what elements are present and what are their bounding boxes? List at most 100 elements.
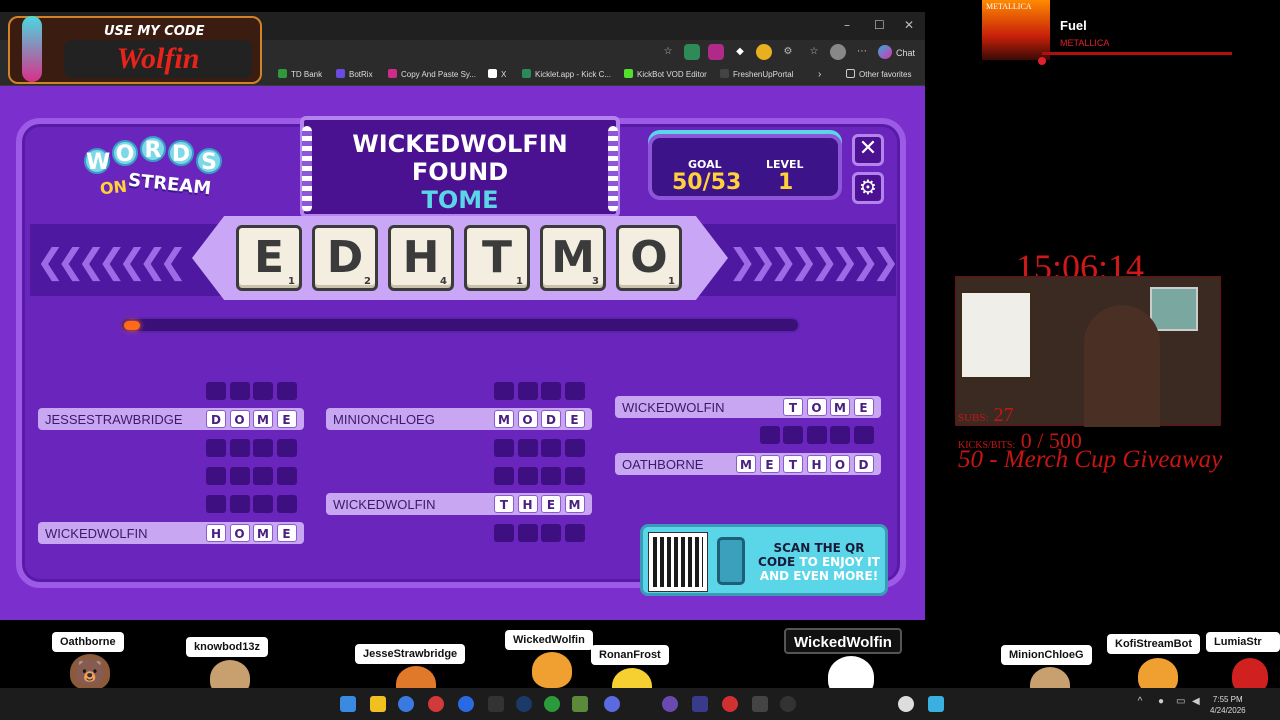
level-value: 1 — [778, 170, 794, 195]
xbox-icon[interactable] — [544, 696, 560, 712]
app-icon[interactable] — [398, 696, 414, 712]
letter-tile: E1 — [236, 225, 302, 291]
more-bookmarks-icon[interactable]: › — [818, 69, 821, 80]
word-letter: T — [783, 398, 803, 416]
word-letter: H — [206, 524, 226, 542]
empty-letter-slot — [229, 495, 250, 513]
extension-icon[interactable] — [756, 44, 772, 60]
song-title: Fuel — [1060, 18, 1087, 33]
bookmark-other-favorites[interactable]: Other favorites — [846, 69, 911, 79]
app-icon[interactable] — [662, 696, 678, 712]
feather-icon — [22, 16, 42, 82]
file-explorer-icon[interactable] — [370, 696, 386, 712]
word-letter: H — [806, 455, 827, 473]
song-progress — [1042, 52, 1232, 55]
fish-tank — [1150, 287, 1198, 331]
game-logo: W O R D S ON STREAM — [78, 134, 228, 214]
empty-letter-slot — [206, 467, 226, 485]
extensions-puzzle-icon[interactable]: ⚙ — [780, 44, 796, 60]
whiteboard — [960, 291, 1032, 379]
minecraft-icon[interactable] — [572, 696, 588, 712]
found-word-row: MINIONCHLOEG M O D E — [326, 408, 592, 430]
empty-letter-slot — [229, 439, 250, 457]
close-window-icon[interactable]: ✕ — [904, 18, 914, 32]
promo-code-title: USE MY CODE — [104, 24, 205, 39]
network-icon[interactable]: ▭ — [1176, 696, 1192, 712]
word-letter: M — [564, 495, 585, 513]
cat-avatar-icon — [532, 652, 572, 688]
letter-tile: O1 — [616, 225, 682, 291]
empty-letter-slot — [253, 495, 273, 513]
round-progress-bar — [120, 317, 800, 333]
more-menu-icon[interactable]: ⋯ — [854, 44, 870, 60]
word-letter: T — [783, 455, 803, 473]
extension-icon[interactable] — [708, 44, 724, 60]
empty-word-row — [38, 437, 304, 459]
extension-icon[interactable]: ◆ — [732, 44, 748, 60]
start-icon[interactable] — [340, 696, 356, 712]
chat-label: Chat — [896, 48, 916, 58]
empty-letter-slot — [853, 426, 874, 444]
word-letter: M — [830, 398, 850, 416]
banner-found: FOUND — [411, 158, 509, 186]
streamer — [1084, 305, 1160, 427]
bookmark-td-bank[interactable]: TD Bank — [278, 69, 322, 79]
empty-letter-slot — [253, 439, 273, 457]
empty-letter-slot — [494, 382, 514, 400]
empty-letter-slot — [276, 495, 297, 513]
minimize-icon[interactable]: – — [844, 18, 850, 32]
word-letter: D — [853, 455, 874, 473]
extension-icon[interactable] — [684, 44, 700, 60]
found-word-row: WICKEDWOLFIN T O M E — [615, 396, 881, 418]
steam-icon[interactable] — [516, 696, 532, 712]
app-icon[interactable] — [428, 696, 444, 712]
tray-overflow-icon[interactable]: ^ — [1132, 696, 1148, 712]
close-icon[interactable]: ✕ — [852, 134, 884, 166]
empty-letter-slot — [253, 467, 273, 485]
volume-icon[interactable]: ◀ — [1192, 696, 1208, 712]
system-clock[interactable]: 7:55 PM 4/24/2026 — [1210, 694, 1246, 716]
qr-code — [648, 532, 708, 592]
bookmark-kicklet[interactable]: Kicklet.app - Kick C... — [522, 69, 611, 79]
discord-icon[interactable] — [604, 696, 620, 712]
bookmark-kickbot[interactable]: KickBot VOD Editor — [624, 69, 707, 79]
word-letter: E — [276, 524, 297, 542]
found-word-row: OATHBORNE M E T H O D — [615, 453, 881, 475]
empty-letter-slot — [206, 439, 226, 457]
word-letter: E — [276, 410, 297, 428]
empty-word-row — [326, 437, 592, 459]
phone-icon — [717, 537, 745, 585]
empty-letter-slot — [229, 467, 250, 485]
empty-letter-slot — [541, 524, 561, 542]
empty-letter-slot — [206, 382, 226, 400]
empty-letter-slot — [541, 467, 561, 485]
app-icon[interactable] — [752, 696, 768, 712]
empty-word-row — [326, 465, 592, 487]
mic-icon[interactable]: ● — [1158, 696, 1174, 712]
chevrons-left-icon: ❮❮❮❮❮❮❮ — [36, 242, 187, 282]
chat-button[interactable]: Chat — [878, 45, 915, 59]
empty-letter-slot — [276, 439, 297, 457]
bookmark-freshenup[interactable]: FreshenUpPortal — [720, 69, 793, 79]
edge-icon[interactable] — [458, 696, 474, 712]
empty-word-row — [38, 465, 304, 487]
epic-games-icon[interactable] — [488, 696, 504, 712]
profile-avatar[interactable] — [830, 44, 846, 60]
maximize-icon[interactable]: ☐ — [874, 18, 885, 32]
found-word-row: WICKEDWOLFIN T H E M — [326, 493, 592, 515]
bookmark-copy-paste[interactable]: Copy And Paste Sy... — [388, 69, 476, 79]
word-letter: M — [253, 410, 273, 428]
map-pin-icon[interactable] — [722, 696, 738, 712]
notepad-icon[interactable] — [928, 696, 944, 712]
obs-icon[interactable] — [780, 696, 796, 712]
empty-letter-slot — [494, 524, 514, 542]
app-icon[interactable] — [692, 696, 708, 712]
viewer-name: KofiStreamBot — [1107, 634, 1201, 654]
app-icon[interactable] — [898, 696, 914, 712]
gear-icon[interactable]: ⚙ — [852, 172, 884, 204]
bookmark-botrix[interactable]: BotRix — [336, 69, 373, 79]
bookmark-x[interactable]: X — [488, 69, 506, 79]
empty-letter-slot — [517, 467, 538, 485]
favorites-icon[interactable]: ☆ — [806, 44, 822, 60]
favorite-star-icon[interactable]: ☆ — [660, 44, 676, 60]
